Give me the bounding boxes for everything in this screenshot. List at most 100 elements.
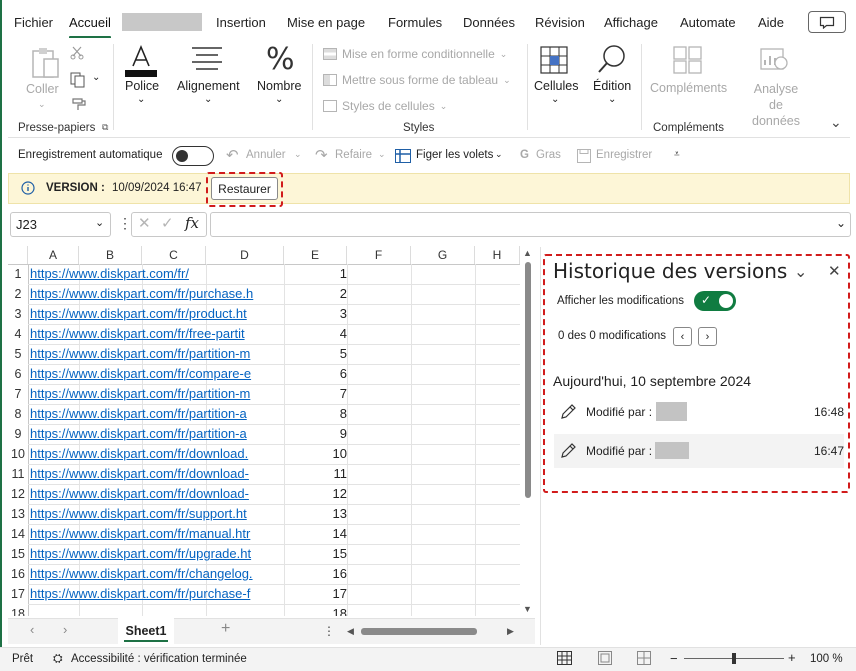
column-header[interactable]: H: [475, 246, 520, 264]
number-cell[interactable]: 6: [284, 364, 347, 384]
tab-accueil[interactable]: Accueil: [69, 15, 111, 30]
tab-formules[interactable]: Formules: [388, 15, 442, 30]
number-cell[interactable]: 15: [284, 544, 347, 564]
number-cell[interactable]: 12: [284, 484, 347, 504]
bold-label[interactable]: Gras: [536, 149, 561, 161]
url-cell[interactable]: https://www.diskpart.com/fr/download-: [30, 464, 284, 484]
number-cell[interactable]: 18: [284, 604, 347, 616]
number-cell[interactable]: 11: [284, 464, 348, 484]
url-cell[interactable]: https://www.diskpart.com/fr/partition-m: [30, 384, 284, 404]
bold-icon[interactable]: G: [520, 149, 529, 161]
row-header[interactable]: 13: [8, 504, 28, 524]
normal-view-icon[interactable]: [557, 651, 572, 665]
column-header[interactable]: D: [206, 246, 284, 264]
number-cell[interactable]: 10: [284, 444, 347, 464]
row-header[interactable]: 15: [8, 544, 28, 564]
addins-icon[interactable]: [673, 46, 703, 74]
row-header[interactable]: 6: [8, 364, 28, 384]
cells-icon[interactable]: [540, 46, 568, 74]
row-header[interactable]: 17: [8, 584, 28, 604]
comments-button[interactable]: [808, 11, 846, 33]
url-cell[interactable]: https://www.diskpart.com/fr/manual.htr: [30, 524, 284, 544]
conditional-formatting-button[interactable]: Mise en forme conditionnelle ⌄: [323, 47, 507, 61]
expand-formula-icon[interactable]: ⌄: [836, 216, 846, 230]
insert-function-icon[interactable]: fx: [185, 214, 199, 232]
url-cell[interactable]: https://www.diskpart.com/fr/purchase-f: [30, 584, 284, 604]
number-chevron-icon[interactable]: ⌄: [275, 94, 283, 105]
undo-icon[interactable]: ↶: [226, 146, 239, 164]
number-cell[interactable]: 1: [284, 264, 347, 284]
row-header[interactable]: 11: [8, 464, 28, 484]
undo-label[interactable]: Annuler: [246, 149, 286, 161]
freeze-chevron-icon[interactable]: ⌄: [495, 149, 503, 160]
tab-automate[interactable]: Automate: [680, 15, 736, 30]
name-box-chevron-icon[interactable]: ⌄: [95, 216, 104, 229]
row-header[interactable]: 8: [8, 404, 28, 424]
number-cell[interactable]: 9: [284, 424, 347, 444]
row-header[interactable]: 9: [8, 424, 28, 444]
number-cell[interactable]: 8: [284, 404, 347, 424]
zoom-level[interactable]: 100 %: [810, 653, 843, 665]
save-icon[interactable]: [577, 149, 591, 163]
row-header[interactable]: 1: [8, 264, 28, 284]
formula-input[interactable]: [210, 212, 851, 237]
font-chevron-icon[interactable]: ⌄: [137, 94, 145, 105]
tab-fichier[interactable]: Fichier: [14, 15, 53, 30]
cells-label[interactable]: Cellules: [534, 79, 578, 93]
row-header[interactable]: 10: [8, 444, 28, 464]
column-header[interactable]: B: [79, 246, 142, 264]
tab-mise-en-page[interactable]: Mise en page: [287, 15, 365, 30]
url-cell[interactable]: https://www.diskpart.com/fr/free-partit: [30, 324, 284, 344]
format-as-table-button[interactable]: Mettre sous forme de tableau ⌄: [323, 73, 511, 87]
scroll-down-icon[interactable]: ▼: [523, 604, 532, 614]
confirm-icon[interactable]: ✓: [161, 214, 174, 232]
cut-icon[interactable]: [70, 46, 84, 60]
next-sheet-icon[interactable]: ›: [63, 622, 67, 637]
tab-aide[interactable]: Aide: [758, 15, 784, 30]
accessibility-status[interactable]: Accessibilité : vérification terminée: [71, 653, 247, 665]
column-header[interactable]: C: [142, 246, 206, 264]
undo-chevron-icon[interactable]: ⌄: [294, 149, 302, 160]
column-header[interactable]: A: [28, 246, 79, 264]
number-cell[interactable]: 16: [284, 564, 347, 584]
tab-affichage[interactable]: Affichage: [604, 15, 658, 30]
vertical-scroll-thumb[interactable]: [525, 262, 531, 498]
dialog-launcher-icon[interactable]: ⧉: [102, 122, 108, 133]
url-cell[interactable]: https://www.diskpart.com/fr/: [30, 264, 284, 284]
number-cell[interactable]: 4: [284, 324, 347, 344]
scroll-left-icon[interactable]: ◀: [347, 626, 354, 637]
row-header[interactable]: 12: [8, 484, 28, 504]
percent-icon[interactable]: %: [266, 42, 295, 77]
number-cell[interactable]: 13: [284, 504, 347, 524]
url-cell[interactable]: https://www.diskpart.com/fr/upgrade.ht: [30, 544, 284, 564]
url-cell[interactable]: https://www.diskpart.com/fr/download.: [30, 444, 284, 464]
copy-icon[interactable]: [70, 72, 86, 88]
number-cell[interactable]: 5: [284, 344, 347, 364]
url-cell[interactable]: https://www.diskpart.com/fr/product.ht: [30, 304, 284, 324]
font-label[interactable]: Police: [125, 79, 159, 93]
column-header[interactable]: F: [347, 246, 411, 264]
cancel-icon[interactable]: ✕: [138, 214, 151, 232]
number-label[interactable]: Nombre: [257, 79, 301, 93]
paste-icon[interactable]: [30, 46, 62, 80]
customize-qat-icon[interactable]: ⩡: [674, 149, 680, 160]
font-icon[interactable]: [124, 44, 158, 78]
redo-icon[interactable]: ↷: [315, 146, 328, 164]
redo-chevron-icon[interactable]: ⌄: [378, 149, 386, 160]
collapse-ribbon-icon[interactable]: ⌄: [830, 114, 842, 131]
search-icon[interactable]: [596, 43, 628, 75]
prev-sheet-icon[interactable]: ‹: [30, 622, 34, 637]
url-cell[interactable]: https://www.diskpart.com/fr/download-: [30, 484, 284, 504]
url-cell[interactable]: https://www.diskpart.com/fr/purchase.h: [30, 284, 284, 304]
cell-styles-button[interactable]: Styles de cellules ⌄: [323, 99, 447, 113]
analyze-data-label[interactable]: Analyse de données: [746, 81, 806, 129]
zoom-in-icon[interactable]: +: [788, 650, 796, 665]
column-header[interactable]: E: [284, 246, 347, 264]
alignment-label[interactable]: Alignement: [177, 79, 240, 93]
page-layout-icon[interactable]: [598, 651, 612, 665]
row-header[interactable]: 5: [8, 344, 28, 364]
analyze-data-icon[interactable]: [760, 46, 790, 74]
addins-label[interactable]: Compléments: [650, 81, 727, 95]
row-header[interactable]: 7: [8, 384, 28, 404]
select-all-corner[interactable]: [8, 246, 28, 264]
